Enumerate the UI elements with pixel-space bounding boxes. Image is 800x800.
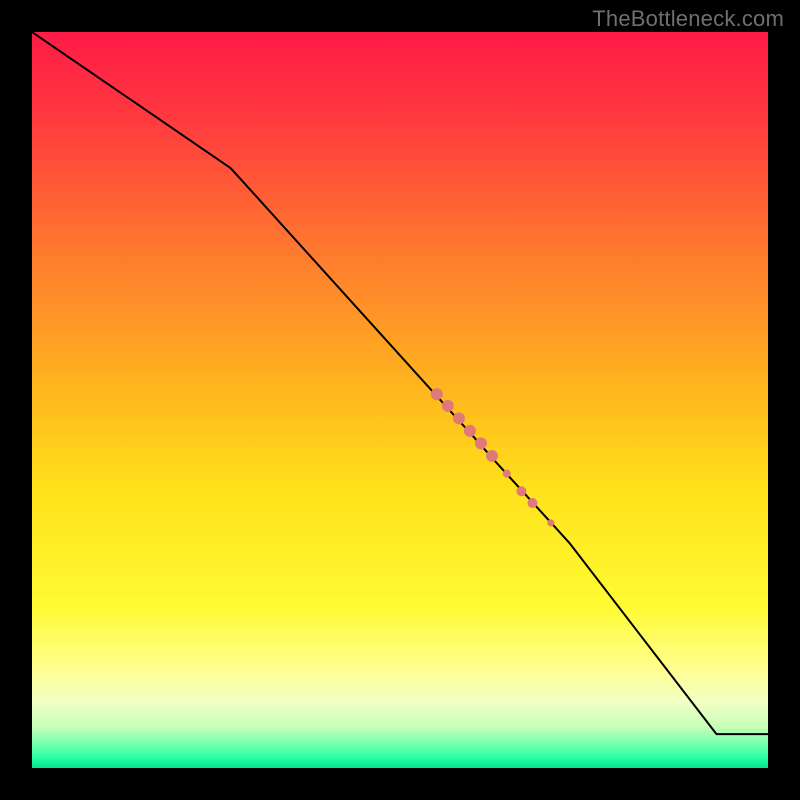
main-curve: [32, 32, 768, 734]
highlight-marker: [486, 450, 498, 462]
highlight-marker: [453, 412, 465, 424]
highlight-marker: [503, 470, 511, 478]
highlight-marker: [464, 425, 476, 437]
line-layer: [32, 32, 768, 768]
plot-area: [32, 32, 768, 768]
highlight-marker: [527, 498, 537, 508]
highlight-marker: [547, 519, 554, 526]
watermark-text: TheBottleneck.com: [592, 6, 784, 32]
highlight-marker: [516, 486, 526, 496]
highlight-marker: [431, 388, 443, 400]
highlight-markers: [431, 388, 555, 526]
highlight-marker: [475, 437, 487, 449]
chart-stage: TheBottleneck.com: [0, 0, 800, 800]
highlight-marker: [442, 400, 454, 412]
